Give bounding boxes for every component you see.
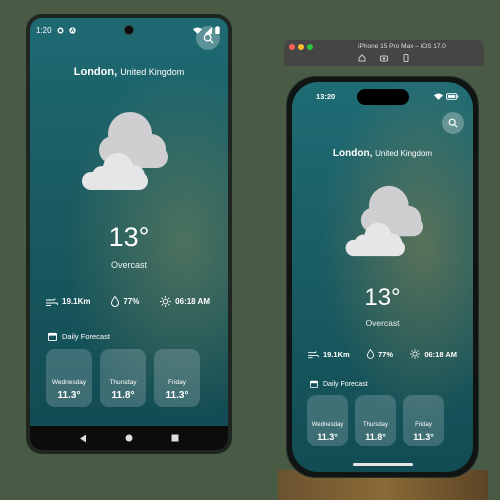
simulator-toolbar xyxy=(284,54,484,62)
battery-icon xyxy=(446,93,459,100)
temperature: 13° xyxy=(364,284,401,311)
settings-icon xyxy=(57,27,64,33)
sunrise-value: 06:18 AM xyxy=(175,297,210,306)
forecast-card[interactable]: Wednesday 11.3° xyxy=(46,349,92,407)
forecast-cards: Wednesday 11.3° Thursday 11.8° Friday 11… xyxy=(46,349,200,407)
humidity-icon xyxy=(367,349,374,359)
status-time: 1:20 xyxy=(36,25,52,35)
location-title: London, United Kingdom xyxy=(292,148,473,159)
home-button-icon[interactable] xyxy=(358,54,366,62)
forecast-card[interactable]: Wednesday 11.3° xyxy=(307,395,348,446)
temperature: 13° xyxy=(108,222,150,252)
status-time: 13:20 xyxy=(316,92,336,101)
forecast-temp: 11.3° xyxy=(165,390,189,401)
wind-stat: 19.1Km xyxy=(46,296,90,307)
condition: Overcast xyxy=(110,260,147,270)
forecast-card[interactable]: Friday 11.3° xyxy=(154,349,200,407)
location-title: London, United Kingdom xyxy=(30,66,228,78)
daily-forecast-label: Daily Forecast xyxy=(323,380,368,388)
calendar-icon xyxy=(48,332,57,341)
stats-row: 19.1Km 77% 06:18 AM xyxy=(46,296,210,307)
country-name: United Kingdom xyxy=(375,149,433,158)
front-camera xyxy=(124,25,134,35)
wifi-icon xyxy=(434,93,443,100)
rotate-icon[interactable] xyxy=(402,54,410,62)
stats-row: 19.1Km 77% 06:18 AM xyxy=(308,349,457,359)
cloud-icon xyxy=(345,185,423,257)
forecast-temp: 11.3° xyxy=(57,390,81,401)
iphone-status-bar: 13:20 xyxy=(316,92,459,101)
wind-value: 19.1Km xyxy=(323,349,350,359)
forecast-temp: 11.8° xyxy=(365,432,386,442)
city-name: London, xyxy=(332,148,373,159)
humidity-value: 77% xyxy=(123,297,140,306)
search-button[interactable] xyxy=(442,112,464,134)
search-icon xyxy=(203,33,214,44)
search-button[interactable] xyxy=(196,26,220,50)
search-icon xyxy=(448,118,458,128)
iphone-device: 13:20 London, United Kingdom 13° Overcas… xyxy=(286,76,479,478)
wind-icon xyxy=(46,297,58,306)
forecast-day: Wednesday xyxy=(51,379,87,386)
sunrise-stat: 06:18 AM xyxy=(160,296,210,307)
sunrise-icon xyxy=(160,296,172,307)
sunrise-stat: 06:18 AM xyxy=(410,349,457,359)
simulator-title-bar: iPhone 15 Pro Max – iOS 17.0 xyxy=(284,40,484,66)
calendar-icon xyxy=(310,380,318,388)
wind-stat: 19.1Km xyxy=(308,349,350,359)
country-name: United Kingdom xyxy=(120,67,185,77)
home-indicator[interactable] xyxy=(352,463,413,466)
city-name: London, xyxy=(73,66,118,78)
wind-value: 19.1Km xyxy=(62,297,91,306)
iphone-screen: 13:20 London, United Kingdom 13° Overcas… xyxy=(292,82,473,472)
daily-forecast-header: Daily Forecast xyxy=(310,380,368,388)
forecast-temp: 11.3° xyxy=(413,432,434,442)
wind-icon xyxy=(308,350,319,358)
daily-forecast-header: Daily Forecast xyxy=(48,332,110,341)
home-icon[interactable] xyxy=(125,434,133,442)
zoom-window-button[interactable] xyxy=(307,44,313,50)
android-screen: 1:20 London, United Kingdom 13° Overcast… xyxy=(30,18,228,450)
humidity-stat: 77% xyxy=(111,296,139,307)
android-device: 1:20 London, United Kingdom 13° Overcast… xyxy=(26,14,232,454)
android-nav-bar xyxy=(30,426,228,450)
forecast-day: Thursday xyxy=(362,422,388,428)
forecast-day: Thursday xyxy=(109,379,137,386)
forecast-day: Friday xyxy=(415,422,432,428)
humidity-stat: 77% xyxy=(367,349,393,359)
forecast-temp: 11.3° xyxy=(317,432,338,442)
recents-icon[interactable] xyxy=(171,434,179,442)
forecast-card[interactable]: Friday 11.3° xyxy=(403,395,444,446)
forecast-day: Friday xyxy=(167,379,187,386)
back-icon[interactable] xyxy=(79,434,87,443)
sunrise-icon xyxy=(410,349,421,359)
forecast-cards: Wednesday 11.3° Thursday 11.8° Friday 11… xyxy=(307,395,444,446)
forecast-card[interactable]: Thursday 11.8° xyxy=(355,395,396,446)
forecast-temp: 11.8° xyxy=(111,390,135,401)
sunrise-value: 06:18 AM xyxy=(424,349,457,359)
daily-forecast-label: Daily Forecast xyxy=(62,332,110,341)
cloud-icon xyxy=(82,112,168,190)
humidity-value: 77% xyxy=(378,349,394,359)
simulator-title: iPhone 15 Pro Max – iOS 17.0 xyxy=(358,43,446,50)
app-notification-icon xyxy=(68,26,76,34)
minimize-window-button[interactable] xyxy=(298,44,304,50)
close-window-button[interactable] xyxy=(289,44,295,50)
screenshot-icon[interactable] xyxy=(380,54,388,62)
forecast-card[interactable]: Thursday 11.8° xyxy=(100,349,146,407)
forecast-day: Wednesday xyxy=(311,422,344,428)
humidity-icon xyxy=(111,296,120,307)
condition: Overcast xyxy=(365,318,400,328)
